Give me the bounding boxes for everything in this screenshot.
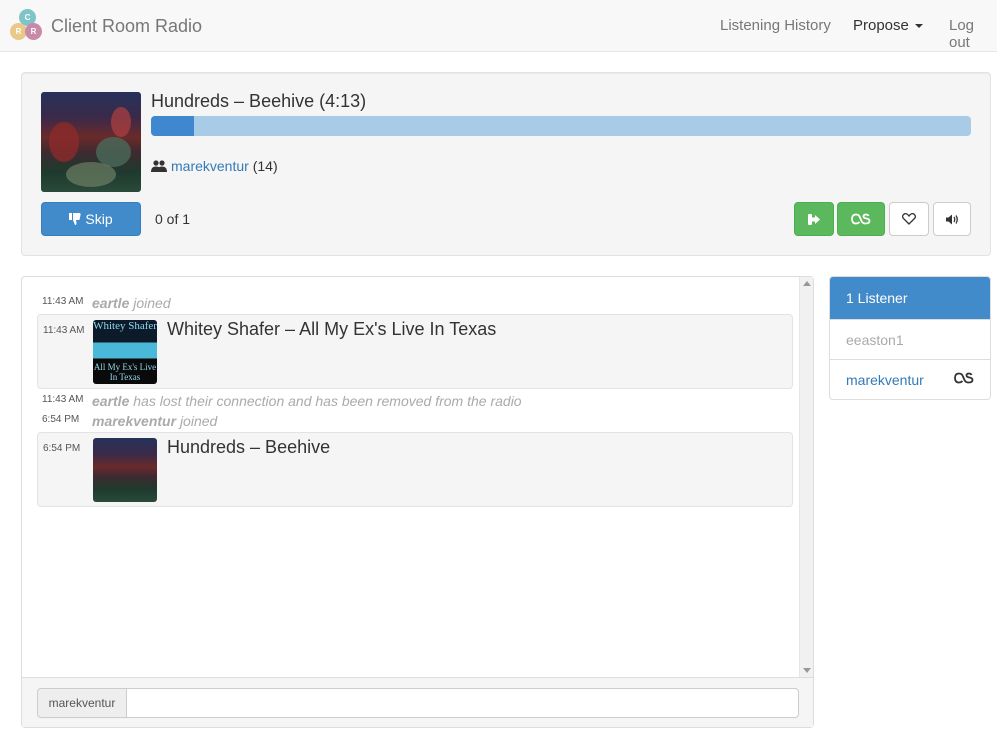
message-user: marekventur xyxy=(92,413,177,429)
app-title[interactable]: Client Room Radio xyxy=(51,16,202,37)
submitter-link[interactable]: marekventur xyxy=(171,158,249,174)
skip-vote-count: 0 of 1 xyxy=(155,211,191,227)
scroll-down-icon[interactable] xyxy=(803,668,811,673)
lastfm-icon xyxy=(851,213,871,225)
art-text-top: Whitey Shafer xyxy=(93,320,157,332)
message-text: eartle joined xyxy=(92,295,171,311)
chat-scrollbar[interactable] xyxy=(799,277,813,677)
art-shape xyxy=(66,162,116,187)
submitter-info: marekventur (14) xyxy=(151,158,278,174)
volume-icon xyxy=(945,214,958,224)
logo-circle-r2: R xyxy=(25,23,42,40)
track-card-title: Whitey Shafer – All My Ex's Live In Texa… xyxy=(167,319,497,339)
scroll-up-icon[interactable] xyxy=(803,281,811,286)
app-logo[interactable]: C R R xyxy=(10,9,44,43)
users-icon xyxy=(151,160,167,172)
listener-name: eeaston1 xyxy=(846,332,904,348)
sign-in-icon xyxy=(808,213,820,225)
message-text: eartle has lost their connection and has… xyxy=(92,393,522,409)
nav-logout[interactable]: Log out xyxy=(949,17,997,51)
track-thumbnail xyxy=(93,438,157,502)
track-progress-bar xyxy=(151,116,971,136)
message-body: joined xyxy=(179,413,218,429)
join-radio-button[interactable] xyxy=(794,202,834,236)
now-playing-title: Hundreds – Beehive (4:13) xyxy=(151,91,367,111)
message-user: eartle xyxy=(92,393,130,409)
nav-propose-dropdown[interactable]: Propose xyxy=(853,17,923,34)
art-shape xyxy=(111,107,131,137)
heart-icon xyxy=(902,213,916,225)
chat-message-input[interactable] xyxy=(126,688,799,718)
chat-track-card: 11:43 AM Whitey Shafer All My Ex's Live … xyxy=(37,314,793,389)
message-body: has lost their connection and has been r… xyxy=(133,393,522,409)
track-card-title: Hundreds – Beehive xyxy=(167,437,331,457)
thumbs-down-icon xyxy=(69,213,81,225)
message-body: joined xyxy=(133,295,171,311)
art-shape xyxy=(49,122,79,162)
listeners-header: 1 Listener xyxy=(830,277,990,319)
navbar: C R R Client Room Radio Listening Histor… xyxy=(0,0,997,52)
listener-name: marekventur xyxy=(846,372,924,388)
track-progress-fill xyxy=(151,116,194,136)
skip-label: Skip xyxy=(85,211,113,227)
love-track-button[interactable] xyxy=(889,202,929,236)
track-thumbnail: Whitey Shafer All My Ex's Live In Texas xyxy=(93,320,157,384)
skip-button[interactable]: Skip xyxy=(41,202,141,236)
nav-propose-label: Propose xyxy=(853,17,909,34)
submitter-count: (14) xyxy=(252,158,278,174)
art-text-bottom: All My Ex's Live In Texas xyxy=(93,362,157,382)
listeners-panel: 1 Listener eeaston1 marekventur xyxy=(829,276,991,400)
chat-username-addon: marekventur xyxy=(37,688,126,718)
listener-item[interactable]: marekventur xyxy=(830,359,990,399)
caret-down-icon xyxy=(914,24,923,29)
now-playing-panel: Hundreds – Beehive (4:13) marekventur (1… xyxy=(21,72,991,256)
volume-button[interactable] xyxy=(933,202,971,236)
chat-log[interactable]: 11:43 AM eartle joined 11:43 AM Whitey S… xyxy=(22,277,813,677)
chat-input-bar: marekventur xyxy=(22,677,813,727)
lastfm-scrobble-button[interactable] xyxy=(837,202,885,236)
nav-listening-history[interactable]: Listening History xyxy=(720,17,831,34)
message-user: eartle xyxy=(92,295,130,311)
chat-track-card: 6:54 PM Hundreds – Beehive xyxy=(37,432,793,507)
listener-item[interactable]: eeaston1 xyxy=(830,319,990,359)
chat-panel: 11:43 AM eartle joined 11:43 AM Whitey S… xyxy=(21,276,814,728)
lastfm-icon xyxy=(954,372,974,384)
album-art xyxy=(41,92,141,192)
message-text: marekventur joined xyxy=(92,413,217,429)
